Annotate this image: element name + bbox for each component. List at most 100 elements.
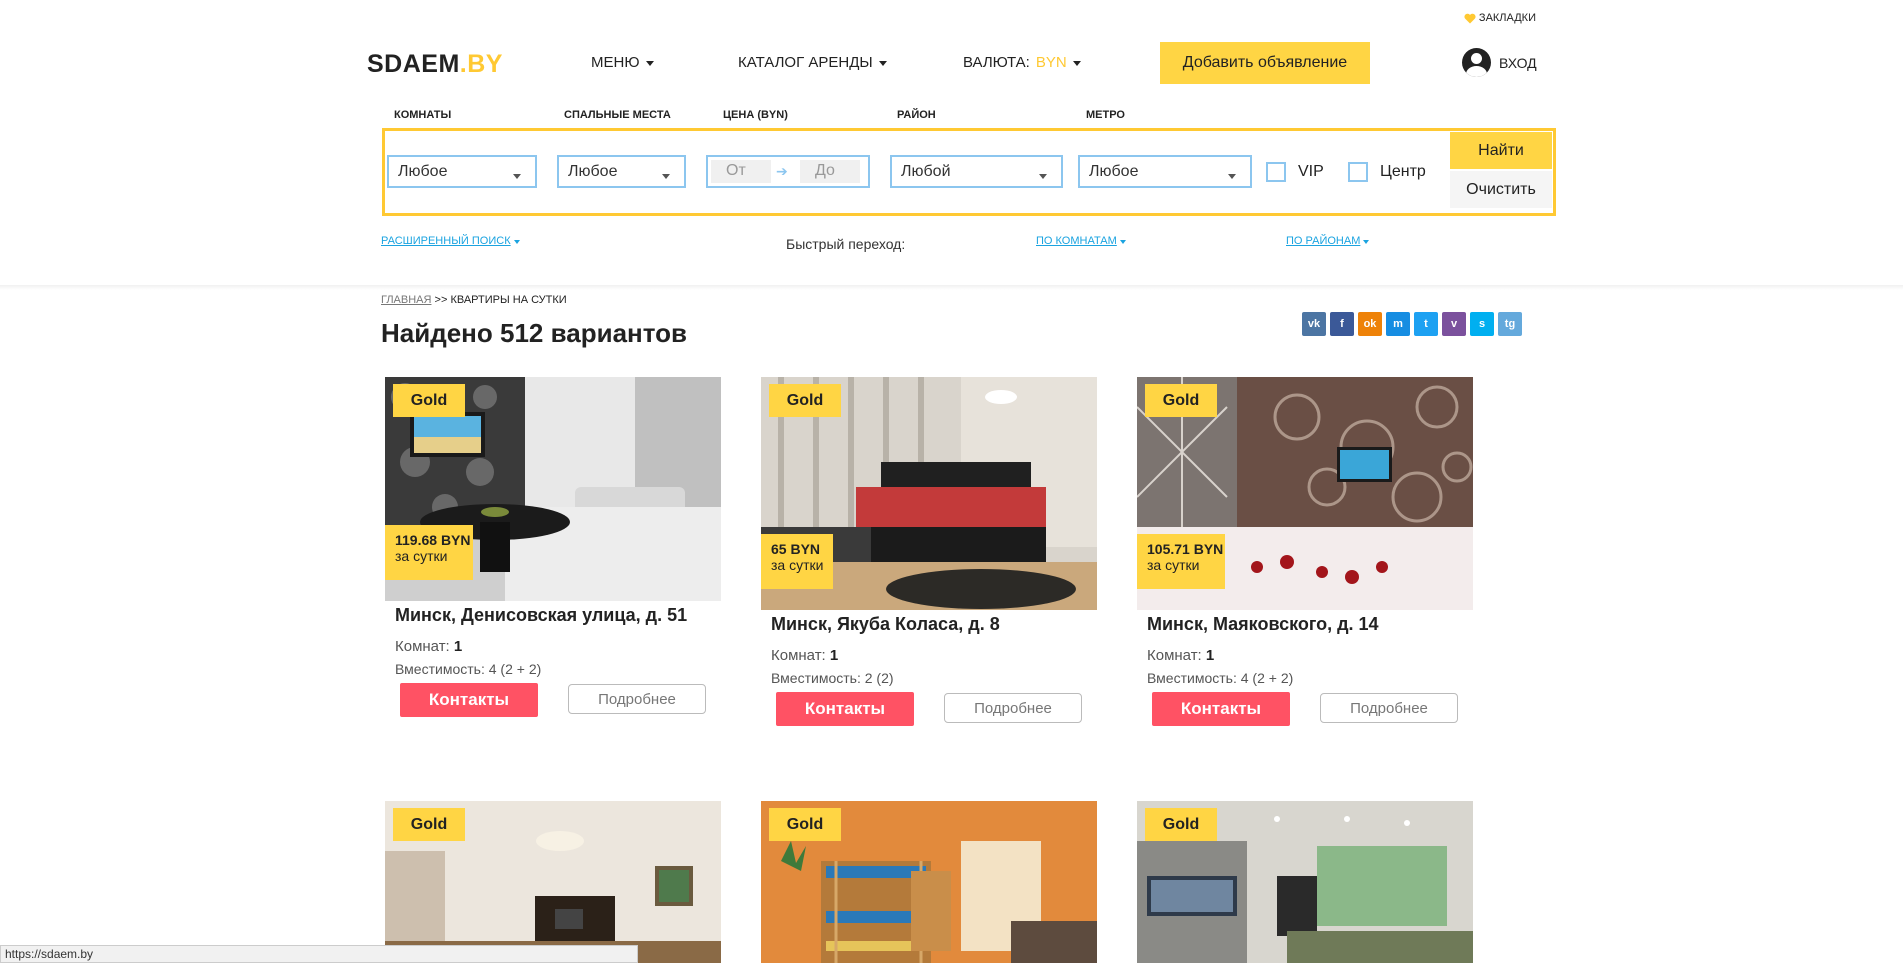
listing-photo[interactable]: Gold 105.71 BYN за сутки <box>1137 377 1473 610</box>
listing-rooms: Комнат: 1 <box>771 647 838 664</box>
login-link[interactable]: ВХОД <box>1462 48 1537 77</box>
currency-label: ВАЛЮТА: <box>963 54 1030 71</box>
clear-button[interactable]: Очистить <box>1450 171 1552 208</box>
rooms-value: 1 <box>1205 647 1215 664</box>
header-divider <box>0 285 1903 290</box>
listing-address[interactable]: Минск, Маяковского, д. 14 <box>1147 614 1379 635</box>
capacity-value: 4 (2 + 2) <box>1240 670 1294 686</box>
listing-card: Gold <box>1137 801 1473 963</box>
by-rooms-link[interactable]: ПО КОМНАТАМ <box>1036 235 1126 247</box>
listing-photo[interactable]: Gold 119.68 BYN за сутки <box>385 377 721 601</box>
breadcrumb-home[interactable]: ГЛАВНАЯ <box>381 294 431 306</box>
share-f-icon[interactable]: f <box>1330 312 1354 336</box>
listing-photo[interactable]: Gold <box>385 801 721 963</box>
gold-badge: Gold <box>1145 808 1217 841</box>
listing-address[interactable]: Минск, Якуба Коласа, д. 8 <box>771 614 1000 635</box>
price-tag: 105.71 BYN за сутки <box>1137 534 1225 589</box>
menu-dropdown[interactable]: МЕНЮ <box>591 54 654 71</box>
listing-card: Gold <box>385 801 721 963</box>
find-button[interactable]: Найти <box>1450 132 1552 169</box>
price-filter-label: ЦЕНА (BYN) <box>723 109 788 121</box>
contacts-button[interactable]: Контакты <box>1152 692 1290 726</box>
price-period: за сутки <box>771 557 824 573</box>
chevron-down-icon <box>513 240 520 244</box>
breadcrumb-separator: >> <box>434 294 448 306</box>
currency-dropdown[interactable]: ВАЛЮТА: BYN <box>963 54 1081 71</box>
vip-checkbox[interactable]: VIP <box>1266 162 1324 182</box>
beds-select[interactable]: Любое <box>557 155 686 188</box>
rooms-select-value: Любое <box>398 163 448 180</box>
gold-badge: Gold <box>769 808 841 841</box>
catalog-dropdown[interactable]: КАТАЛОГ АРЕНДЫ <box>738 54 887 71</box>
metro-select-value: Любое <box>1089 163 1139 180</box>
rooms-value: 1 <box>453 638 463 655</box>
district-select[interactable]: Любой <box>890 155 1063 188</box>
details-button[interactable]: Подробнее <box>568 684 706 714</box>
listing-photo[interactable]: Gold <box>761 801 1097 963</box>
bookmarks-link[interactable]: ЗАКЛАДКИ <box>1464 12 1536 24</box>
currency-value: BYN <box>1035 54 1067 71</box>
contacts-button[interactable]: Контакты <box>400 683 538 717</box>
capacity-label: Вместимость: <box>395 661 485 677</box>
share-s-icon[interactable]: s <box>1470 312 1494 336</box>
share-buttons: vk f ok m t v s tg <box>1302 312 1522 336</box>
chevron-down-icon <box>645 61 654 66</box>
arrow-right-icon: ➔ <box>776 163 788 179</box>
contacts-button[interactable]: Контакты <box>776 692 914 726</box>
rooms-label: Комнат: <box>771 647 826 664</box>
share-t-icon[interactable]: t <box>1414 312 1438 336</box>
bookmarks-label: ЗАКЛАДКИ <box>1478 12 1536 24</box>
beds-filter-label: СПАЛЬНЫЕ МЕСТА <box>564 109 671 121</box>
share-v-icon[interactable]: v <box>1442 312 1466 336</box>
chevron-down-icon <box>878 61 887 66</box>
details-button[interactable]: Подробнее <box>1320 693 1458 723</box>
breadcrumb: ГЛАВНАЯ >> КВАРТИРЫ НА СУТКИ <box>381 294 567 306</box>
logo-domain: .BY <box>459 50 503 78</box>
price-to-input[interactable]: До <box>800 160 860 183</box>
listing-rooms: Комнат: 1 <box>395 638 462 655</box>
price-period: за сутки <box>395 548 448 564</box>
price-value: 65 BYN <box>771 541 821 557</box>
capacity-value: 2 (2) <box>864 670 894 686</box>
logo-main: SDAEM <box>367 50 460 78</box>
details-button[interactable]: Подробнее <box>944 693 1082 723</box>
share-vk-icon[interactable]: vk <box>1302 312 1326 336</box>
share-tg-icon[interactable]: tg <box>1498 312 1522 336</box>
user-icon <box>1462 48 1491 77</box>
center-checkbox[interactable]: Центр <box>1348 162 1426 182</box>
listing-photo[interactable]: Gold <box>1137 801 1473 963</box>
listing-capacity: Вместимость: 4 (2 + 2) <box>1147 670 1293 686</box>
gold-badge: Gold <box>769 384 841 417</box>
share-m-icon[interactable]: m <box>1386 312 1410 336</box>
login-label: ВХОД <box>1499 54 1537 71</box>
advanced-search-label: РАСШИРЕННЫЙ ПОИСК <box>381 235 511 247</box>
rooms-select[interactable]: Любое <box>387 155 537 188</box>
price-tag: 65 BYN за сутки <box>761 534 833 589</box>
listing-rooms: Комнат: 1 <box>1147 647 1214 664</box>
logo[interactable]: SDAEM.BY <box>367 50 503 79</box>
listing-card: Gold 65 BYN за сутки Минск, Якуба Коласа,… <box>761 377 1097 737</box>
listing-capacity: Вместимость: 4 (2 + 2) <box>395 661 541 677</box>
page: ЗАКЛАДКИ SDAEM.BY МЕНЮ КАТАЛОГ АРЕНДЫ ВА… <box>0 0 1903 963</box>
listing-photo[interactable]: Gold 65 BYN за сутки <box>761 377 1097 610</box>
beds-select-value: Любое <box>568 163 618 180</box>
rooms-value: 1 <box>829 647 839 664</box>
rooms-label: Комнат: <box>395 638 450 655</box>
price-from-input[interactable]: От <box>711 160 771 183</box>
by-districts-link[interactable]: ПО РАЙОНАМ <box>1286 235 1370 247</box>
catalog-label: КАТАЛОГ АРЕНДЫ <box>738 54 873 71</box>
listing-address[interactable]: Минск, Денисовская улица, д. 51 <box>395 605 687 626</box>
metro-filter-label: МЕТРО <box>1086 109 1125 121</box>
add-listing-button[interactable]: Добавить объявление <box>1160 42 1370 84</box>
metro-select[interactable]: Любое <box>1078 155 1252 188</box>
share-ok-icon[interactable]: ok <box>1358 312 1382 336</box>
page-title: Найдено 512 вариантов <box>381 318 687 348</box>
advanced-search-link[interactable]: РАСШИРЕННЫЙ ПОИСК <box>381 235 520 247</box>
capacity-label: Вместимость: <box>771 670 861 686</box>
rooms-label: Комнат: <box>1147 647 1202 664</box>
heart-icon <box>1464 13 1476 24</box>
price-tag: 119.68 BYN за сутки <box>385 525 473 580</box>
chevron-down-icon <box>662 174 670 179</box>
capacity-value: 4 (2 + 2) <box>488 661 542 677</box>
by-rooms-label: ПО КОМНАТАМ <box>1036 235 1117 247</box>
